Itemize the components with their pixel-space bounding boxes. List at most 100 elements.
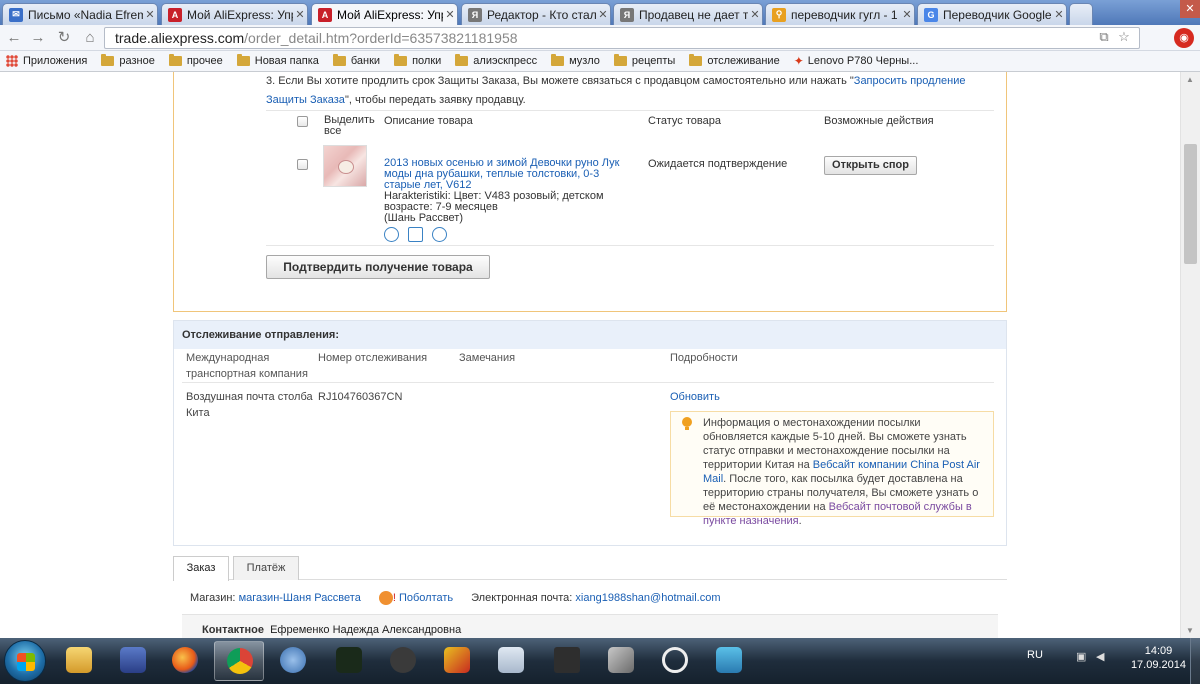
taskbar-chrome[interactable] — [214, 641, 264, 681]
home-icon[interactable]: ⌂ — [80, 28, 100, 48]
close-icon[interactable]: ✕ — [443, 8, 457, 21]
carrier-name: Воздушная почта столба Кита — [186, 391, 313, 419]
taskbar-calculator[interactable] — [486, 641, 536, 681]
bookmark-folder[interactable]: банки — [332, 54, 380, 67]
back-arrow-icon[interactable]: ← — [4, 28, 24, 48]
bookmark-label: прочее — [186, 55, 223, 67]
bookmark-folder[interactable]: Новая папка — [236, 54, 319, 67]
chat-link[interactable]: Поболтать — [399, 592, 453, 604]
clock-date: 17.09.2014 — [1130, 659, 1186, 671]
scrollbar-thumb[interactable] — [1184, 144, 1197, 264]
clock-time: 14:09 — [1144, 645, 1173, 657]
taskbar-explorer[interactable] — [54, 641, 104, 681]
tab-title: Мой AliExpress: Управ — [337, 7, 443, 22]
shop-link[interactable]: магазин-Шаня Рассвета — [239, 592, 361, 604]
tab-search[interactable]: ⚲ переводчик гугл - 1 м ✕ — [765, 3, 915, 25]
tracking-title: Отслеживание отправления: — [174, 321, 1006, 349]
tab-order[interactable]: Заказ — [173, 556, 229, 581]
bookmark-folder[interactable]: прочее — [168, 54, 223, 67]
taskbar-app-tools[interactable] — [432, 641, 482, 681]
forward-arrow-icon[interactable]: → — [28, 28, 48, 48]
scroll-down-arrow-icon[interactable]: ▼ — [1186, 626, 1194, 635]
start-button[interactable] — [4, 640, 46, 682]
taskbar-media[interactable] — [108, 641, 158, 681]
tracking-number-header: Номер отслеживания — [318, 352, 428, 364]
taskbar-app-fox[interactable] — [378, 641, 428, 681]
page-scrollbar[interactable]: ▲ ▼ — [1180, 72, 1200, 638]
bookmark-apps[interactable]: Приложения — [6, 55, 87, 67]
alarm-clock-icon[interactable] — [384, 227, 399, 242]
windows-logo-icon — [17, 653, 35, 671]
close-icon[interactable]: ✕ — [1052, 8, 1066, 21]
bookmark-folder[interactable]: полки — [394, 54, 442, 67]
language-indicator[interactable]: RU — [1027, 649, 1043, 661]
bookmark-folder[interactable]: рецепты — [613, 54, 675, 67]
address-bar[interactable]: trade.aliexpress.com/order_detail.htm?or… — [104, 27, 1140, 49]
folder-icon — [332, 54, 346, 66]
open-dispute-button[interactable]: Открыть спор — [824, 156, 917, 175]
tab-translate[interactable]: G Переводчик Google ✕ — [917, 3, 1067, 25]
close-icon[interactable]: ✕ — [748, 8, 762, 21]
taskbar-tv[interactable] — [704, 641, 754, 681]
tab-title: Продавец не дает тре — [639, 7, 748, 22]
taskbar-world-of-tanks[interactable] — [542, 641, 592, 681]
plane-icon — [608, 647, 634, 673]
tab-title: Мой AliExpress: Управ — [187, 7, 293, 22]
folder-icon — [551, 54, 565, 66]
tab-editor[interactable]: Я Редактор - Кто сталк ✕ — [461, 3, 611, 25]
actions-header: Возможные действия — [824, 115, 934, 127]
folder-icon — [394, 54, 408, 66]
close-icon[interactable]: ✕ — [900, 8, 914, 21]
circle-logo-icon — [662, 647, 688, 673]
product-attributes: Harakteristiki: Цвет: V483 розовый; детс… — [384, 190, 604, 213]
close-icon[interactable]: ✕ — [293, 8, 307, 21]
select-all-checkbox[interactable] — [297, 116, 308, 127]
taskbar-app-circle[interactable] — [650, 641, 700, 681]
email-link[interactable]: xiang1988shan@hotmail.com — [575, 592, 720, 604]
select-all-label: Выделить все — [324, 114, 375, 137]
extension-icon[interactable]: ◉ — [1174, 28, 1194, 48]
taskbar-app-leaf[interactable] — [324, 641, 374, 681]
scroll-up-arrow-icon[interactable]: ▲ — [1186, 75, 1194, 84]
item-checkbox[interactable] — [297, 159, 308, 170]
close-icon[interactable]: ✕ — [596, 8, 610, 21]
contact-row: Контактное Ефременко Надежда Александров… — [182, 614, 998, 638]
product-thumbnail[interactable] — [323, 145, 367, 187]
tab-mail[interactable]: ✉ Письмо «Nadia Efrem ✕ — [2, 3, 158, 25]
refresh-link[interactable]: Обновить — [670, 389, 720, 405]
qbittorrent-icon — [280, 647, 306, 673]
window-close-button[interactable]: ✕ — [1180, 0, 1200, 18]
shop-info-line: Магазин: магазин-Шаня Рассвета ! Поболта… — [190, 591, 721, 605]
contact-label: Контактное — [202, 624, 264, 636]
calendar-icon[interactable] — [408, 227, 423, 242]
show-desktop-button[interactable] — [1190, 638, 1200, 684]
check-circle-icon[interactable] — [432, 227, 447, 242]
star-icon[interactable]: ☆ — [1116, 29, 1132, 45]
taskbar-qbittorrent[interactable] — [268, 641, 318, 681]
bookmark-folder[interactable]: музло — [551, 54, 600, 67]
note-text: 3. Если Вы хотите продлить срок Защиты З… — [266, 75, 854, 87]
bookmark-label: полки — [412, 55, 442, 67]
windows-taskbar: RU ▣ ◀ 14:09 17.09.2014 — [0, 638, 1200, 684]
confirm-receipt-button[interactable]: Подтвердить получение товара — [266, 255, 490, 279]
taskbar-app-plane[interactable] — [596, 641, 646, 681]
close-icon[interactable]: ✕ — [143, 8, 157, 21]
tab-aliexpress-active[interactable]: A Мой AliExpress: Управ ✕ — [311, 3, 458, 25]
bookmark-lenovo[interactable]: ✦ Lenovo P780 Черны... — [794, 54, 919, 68]
volume-icon[interactable]: ◀ — [1096, 650, 1109, 663]
bookmark-folder[interactable]: отслеживание — [689, 54, 780, 67]
network-icon[interactable]: ▣ — [1076, 650, 1089, 663]
bookmark-folder[interactable]: разное — [101, 54, 155, 67]
tab-seller[interactable]: Я Продавец не дает тре ✕ — [613, 3, 763, 25]
bookmark-folder[interactable]: алиэскпресс — [455, 54, 537, 67]
translate-page-icon[interactable]: ⧉ — [1096, 29, 1112, 45]
new-tab-button[interactable] — [1069, 3, 1093, 25]
tab-payment[interactable]: Платёж — [233, 556, 299, 580]
tab-aliexpress-1[interactable]: A Мой AliExpress: Управ ✕ — [161, 3, 308, 25]
search-icon: ⚲ — [772, 7, 786, 22]
translate-icon: G — [924, 7, 938, 22]
product-title-link[interactable]: 2013 новых осенью и зимой Девочки руно Л… — [384, 157, 619, 191]
reload-icon[interactable]: ↻ — [54, 28, 74, 48]
taskbar-firefox[interactable] — [160, 641, 210, 681]
taskbar-clock[interactable]: 14:09 17.09.2014 — [1131, 644, 1186, 672]
